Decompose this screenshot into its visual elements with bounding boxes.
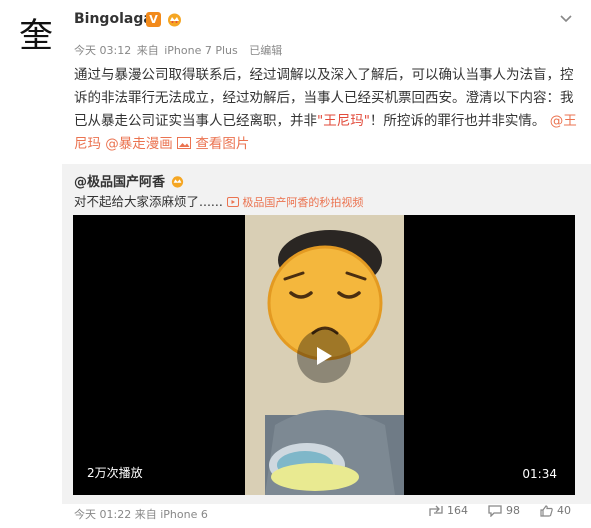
repost-time[interactable]: 今天 01:22 [74, 508, 131, 521]
post-text: 通过与暴漫公司取得联系后，经过调解以及深入了解后，可以确认当事人为法盲，控诉的非… [74, 64, 580, 156]
post-time[interactable]: 今天 03:12 [74, 44, 131, 57]
video-link-label: 极品国产阿香的秒拍视频 [242, 196, 364, 209]
avatar[interactable]: 奎 [14, 10, 58, 56]
post-source-prefix: 来自 [136, 44, 159, 57]
mention-link[interactable]: @暴走漫画 [105, 136, 173, 152]
thumbs-up-icon [540, 504, 553, 517]
post-device[interactable]: iPhone 7 Plus [164, 44, 238, 57]
chevron-down-icon[interactable] [558, 10, 574, 26]
video-player[interactable]: 2万次播放 01:34 [73, 215, 575, 495]
repost-author[interactable]: @极品国产阿香 [74, 171, 185, 190]
repost-author-name: @极品国产阿香 [74, 175, 166, 190]
repost-text-body: 对不起给大家添麻烦了...... [74, 194, 223, 209]
video-link[interactable]: 极品国产阿香的秒拍视频 [226, 196, 364, 209]
repost-text: 对不起给大家添麻烦了...... 极品国产阿香的秒拍视频 [74, 191, 363, 210]
repost-source-prefix: 来自 [134, 508, 157, 521]
vip-crown-icon [168, 13, 181, 27]
post-meta: 今天 03:12 来自 iPhone 7 Plus 已编辑 [74, 42, 284, 58]
view-count: 2万次播放 [87, 466, 143, 480]
repost-card: @极品国产阿香 对不起给大家添麻烦了...... 极品国产阿香的秒拍视频 2万次… [62, 164, 591, 504]
comment-button[interactable]: 98 [488, 504, 520, 517]
comment-count: 98 [506, 504, 520, 517]
vip-crown-icon [171, 176, 183, 188]
video-duration: 01:34 [522, 467, 557, 481]
quoted-name: "王尼玛" [317, 113, 370, 129]
post-edited[interactable]: 已编辑 [249, 44, 282, 57]
view-picture-link[interactable]: 查看图片 [177, 136, 249, 152]
video-link-icon [226, 197, 239, 207]
repost-actions: 164 98 40 [429, 504, 571, 517]
verified-badge-icon: V [146, 12, 161, 27]
repost-meta: 今天 01:22 来自 iPhone 6 [74, 506, 208, 522]
repost-count: 164 [447, 504, 468, 517]
like-button[interactable]: 40 [540, 504, 571, 517]
play-button[interactable] [297, 329, 351, 383]
post-text-part2: ！所控诉的罪行也并非实情。 [369, 113, 546, 129]
share-icon [429, 505, 443, 516]
repost-device[interactable]: iPhone 6 [160, 508, 208, 521]
comment-icon [488, 504, 502, 517]
play-icon [317, 347, 332, 365]
picture-icon [177, 137, 192, 149]
avatar-glyph: 奎 [19, 15, 53, 56]
like-count: 40 [557, 504, 571, 517]
view-picture-label: 查看图片 [195, 136, 250, 152]
username[interactable]: Bingolaga [74, 11, 153, 27]
repost-button[interactable]: 164 [429, 504, 468, 517]
weibo-post: 奎 Bingolaga V 今天 03:12 来自 iPhone 7 Plus … [0, 0, 591, 528]
